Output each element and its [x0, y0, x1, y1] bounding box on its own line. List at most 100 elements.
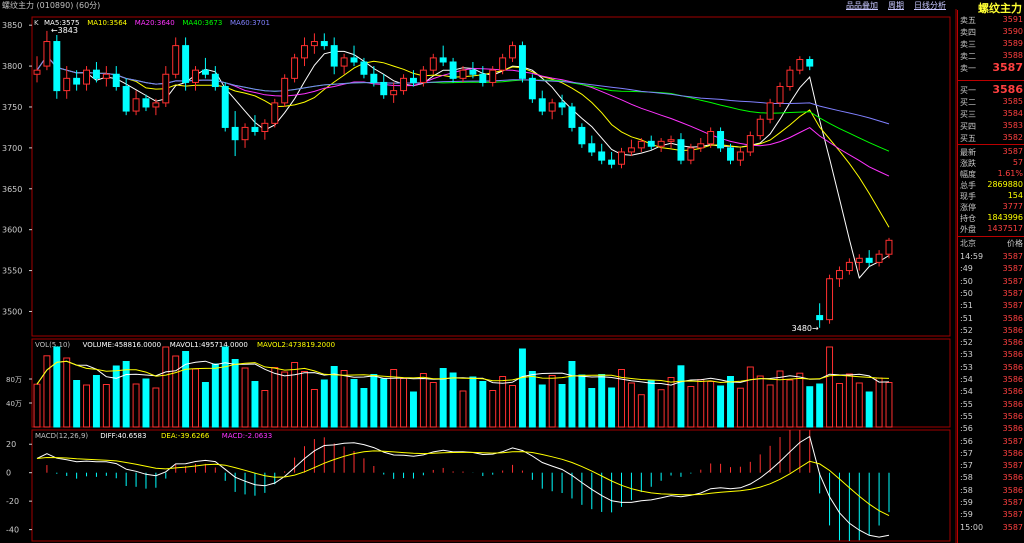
tick-row-value: 3586 — [1002, 350, 1023, 360]
quote-row-value: 1437517 — [987, 224, 1023, 233]
tick-row: 14:59 3587 — [958, 251, 1024, 263]
candle-body — [469, 69, 477, 75]
tick-row-label: :54 — [960, 387, 973, 397]
volume-bar — [281, 371, 289, 428]
volume-bar — [271, 367, 279, 428]
ma-legend-item: MA40:3673 — [182, 19, 222, 27]
candle-body — [687, 147, 695, 161]
volume-bar — [201, 382, 209, 428]
bid-row: 买五 3582 — [958, 132, 1024, 144]
tick-row-value: 3587 — [1002, 301, 1023, 311]
candle-body — [885, 239, 893, 255]
candle-body — [588, 143, 596, 153]
volume-bar — [578, 374, 586, 428]
volume-bar — [53, 346, 61, 428]
volume-bar — [162, 346, 170, 428]
ticks-header-label: 北京 — [960, 239, 976, 248]
bid-row-label: 买四 — [960, 122, 976, 131]
tick-row-value: 3587 — [1002, 461, 1023, 471]
volume-bar — [657, 389, 665, 428]
volume-bar — [419, 373, 427, 428]
ask-row-label: 卖四 — [960, 28, 976, 37]
tick-row: :53 3586 — [958, 362, 1024, 374]
volume-bar — [439, 368, 447, 428]
ask-row: 卖五 3591 — [958, 14, 1024, 26]
tick-row-label: :49 — [960, 264, 973, 274]
candle-body — [132, 98, 140, 112]
candle-body — [826, 278, 834, 321]
tick-row-value: 3586 — [1002, 375, 1023, 384]
candle-body — [608, 159, 616, 165]
candle-body — [796, 59, 804, 71]
candle-body — [766, 102, 774, 120]
candle-body — [835, 270, 843, 280]
bid-row: 买二 3585 — [958, 96, 1024, 108]
candle-body — [231, 126, 239, 141]
volume-bar — [112, 365, 120, 428]
volume-bar — [310, 389, 318, 428]
ask-row: 卖三 3589 — [958, 38, 1024, 50]
candle-body — [33, 69, 41, 75]
candle-body — [806, 59, 814, 67]
tick-row-label: :56 — [960, 424, 973, 434]
candle-body — [429, 57, 437, 71]
candle-body — [172, 45, 180, 75]
quote-row-value: 1843996 — [987, 213, 1023, 222]
candle-body — [350, 57, 358, 63]
tick-row-value: 3587 — [1002, 436, 1023, 446]
candle-body — [83, 69, 91, 85]
tick-row: :50 3587 — [958, 288, 1024, 300]
macd-legend-item: DIFF:40.6583 — [100, 432, 146, 440]
bid-row-value: 3586 — [992, 83, 1023, 96]
volume-bar — [221, 346, 229, 428]
candle-body — [261, 122, 269, 133]
candle-body — [727, 147, 734, 161]
volume-bar — [33, 383, 41, 428]
volume-bar — [509, 385, 517, 428]
price-axis-label: 3550 — [2, 267, 22, 276]
bid-row: 买三 3584 — [958, 108, 1024, 120]
tick-row-value: 3587 — [1002, 498, 1023, 507]
candle-body — [271, 102, 279, 124]
volume-bar — [291, 362, 299, 428]
tick-row-label: 15:00 — [960, 522, 984, 532]
tick-row: 15:00 3587 — [958, 522, 1024, 534]
volume-bar — [370, 374, 378, 428]
macd-axis-label: -20 — [6, 497, 19, 506]
tick-row: :58 3586 — [958, 485, 1024, 497]
volume-bar — [211, 363, 219, 428]
volume-bar — [786, 379, 794, 428]
candle-body — [558, 102, 566, 108]
volume-bar — [528, 371, 536, 428]
ask-row-label: 卖二 — [960, 52, 976, 61]
ticks-header: 北京 价格 — [958, 237, 1024, 249]
tick-row-value: 3586 — [1002, 448, 1023, 458]
candle-body — [400, 77, 408, 92]
ma-legend-item: MA10:3564 — [87, 19, 127, 27]
high-price-label: ←3843 — [51, 26, 78, 35]
candle-body — [736, 151, 744, 161]
candle-body — [578, 126, 586, 145]
bid-row-value: 3585 — [1002, 97, 1023, 106]
low-price-label: 3480→ — [792, 324, 819, 333]
volume-bar — [568, 361, 576, 428]
candle-body — [102, 73, 110, 79]
tick-row-label: :51 — [960, 313, 973, 323]
candle-body — [92, 69, 100, 79]
kline-chart[interactable]: 3850 3800 3750 3700 3650 3600 3550 3500 ←3843 348… — [0, 9, 957, 543]
volume-bar — [826, 346, 834, 428]
candle-body — [875, 253, 883, 263]
candle-body — [162, 73, 170, 104]
bid-row-value: 3584 — [1002, 109, 1023, 118]
candle-body — [717, 131, 725, 149]
tick-row-label: :50 — [960, 288, 973, 298]
tick-row-label: 14:59 — [960, 252, 984, 261]
tick-row-value: 3586 — [1002, 362, 1023, 372]
candle-body — [449, 61, 457, 79]
vol-legend-item: VOLUME:458816.0000 — [83, 341, 161, 349]
candle-body — [409, 77, 417, 83]
tick-row-label: :57 — [960, 461, 973, 471]
volume-bar — [102, 384, 110, 428]
tick-row-label: :50 — [960, 276, 973, 286]
candle-body — [291, 57, 299, 79]
